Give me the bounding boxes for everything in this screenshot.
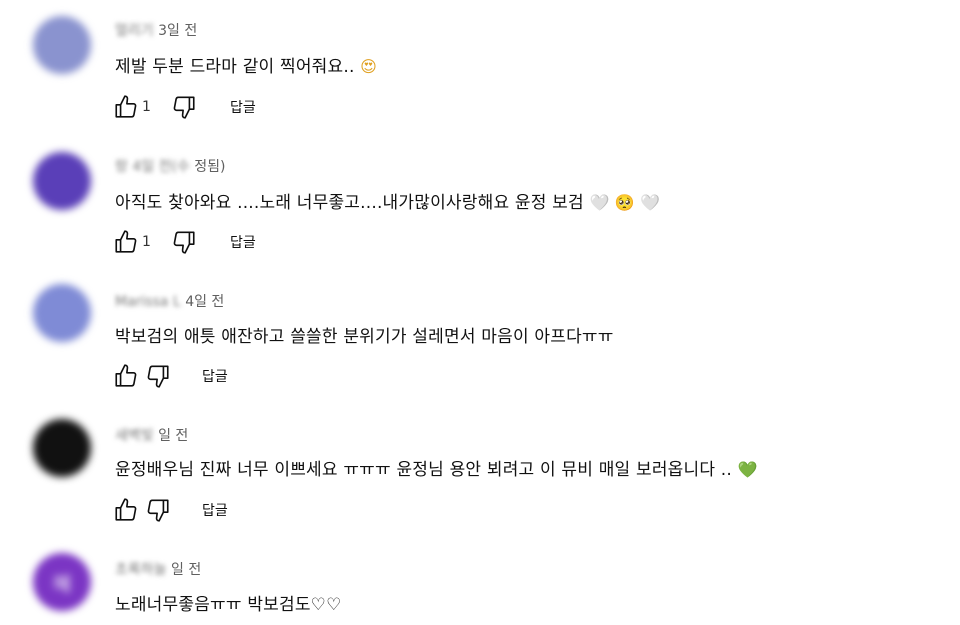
comment-text-body: 노래너무좋음ㅠㅠ 박보검도♡♡: [115, 595, 342, 615]
dislike-button[interactable]: [168, 227, 200, 257]
comment-text: 아직도 찾아와요 ....노래 너무좋고....내가많이사랑해요 윤정 보검 🤍…: [115, 188, 660, 213]
comment-author[interactable]: 멀리기: [115, 20, 154, 40]
thumbs-down-icon: [173, 231, 195, 254]
comment-time[interactable]: 4일 전: [185, 291, 224, 311]
comment-actions: 답글: [110, 495, 228, 525]
comment-text: 박보검의 애틋 애잔하고 쓸쓸한 분위기가 설레면서 마음이 아프다ㅠㅠ: [115, 322, 614, 347]
comment-text-body: 아직도 찾아와요 ....노래 너무좋고....내가많이사랑해요 윤정 보검: [115, 193, 584, 213]
comment-meta: 새벽빛 일 전: [115, 425, 188, 445]
comment-author[interactable]: 랑 4일 전(수: [115, 156, 190, 176]
reply-button[interactable]: 답글: [230, 232, 256, 252]
comment-meta: 랑 4일 전(수 정됨): [115, 156, 225, 176]
like-button[interactable]: [110, 361, 142, 391]
avatar[interactable]: 혜: [33, 553, 91, 611]
dislike-button[interactable]: [142, 361, 174, 391]
comment-text-body: 박보검의 애틋 애잔하고 쓸쓸한 분위기가 설레면서 마음이 아프다ㅠㅠ: [115, 327, 614, 347]
reply-button[interactable]: 답글: [202, 500, 228, 520]
comment-meta: 초록하늘 일 전: [115, 559, 201, 579]
thumbs-up-icon: [115, 498, 137, 521]
comment-meta: Marissa L 4일 전: [115, 291, 224, 311]
avatar[interactable]: [33, 152, 91, 210]
comment-meta: 멀리기 3일 전: [115, 20, 197, 40]
avatar[interactable]: [33, 419, 91, 477]
like-count: 1: [142, 234, 151, 250]
comment-author[interactable]: 초록하늘: [115, 559, 167, 579]
thumbs-down-icon: [173, 96, 195, 119]
comment-text-body: 제발 두분 드라마 같이 찍어줘요..: [115, 57, 355, 77]
thumbs-down-icon: [147, 499, 169, 522]
smiling-face-heart-eyes-icon: 😍: [360, 57, 378, 76]
avatar[interactable]: [33, 16, 91, 74]
heart-icon: 🤍 🥺 🤍: [589, 193, 661, 212]
dislike-button[interactable]: [142, 495, 174, 525]
like-count: 1: [142, 99, 151, 115]
green-heart-icon: 💚: [737, 460, 758, 479]
thumbs-up-icon: [115, 230, 137, 253]
thumbs-down-icon: [147, 365, 169, 388]
comment-text: 노래너무좋음ㅠㅠ 박보검도♡♡: [115, 590, 342, 615]
comment-list: 멀리기 3일 전 제발 두분 드라마 같이 찍어줘요.. 😍 1 답글 랑 4일…: [0, 0, 960, 625]
comment-time[interactable]: 정됨): [194, 156, 225, 176]
thumbs-up-icon: [115, 364, 137, 387]
reply-button[interactable]: 답글: [202, 366, 228, 386]
comment-author[interactable]: Marissa L: [115, 294, 181, 310]
comment-time[interactable]: 일 전: [171, 559, 201, 579]
like-button[interactable]: [110, 495, 142, 525]
thumbs-up-icon: [115, 95, 137, 118]
dislike-button[interactable]: [168, 92, 200, 122]
comment-text-body: 윤정배우님 진짜 너무 이쁘세요 ㅠㅠㅠ 윤정님 용안 뵈려고 이 뮤비 매일 …: [115, 460, 733, 480]
comment-time[interactable]: 일 전: [158, 425, 188, 445]
comment-time[interactable]: 3일 전: [158, 20, 197, 40]
comment-actions: 답글: [110, 361, 228, 391]
like-button[interactable]: [110, 92, 142, 122]
avatar[interactable]: [33, 284, 91, 342]
comment-text: 윤정배우님 진짜 너무 이쁘세요 ㅠㅠㅠ 윤정님 용안 뵈려고 이 뮤비 매일 …: [115, 455, 758, 480]
avatar-letter: 혜: [52, 571, 72, 596]
comment-actions: 1 답글: [110, 227, 256, 257]
comment-actions: 1 답글: [110, 92, 256, 122]
comment-text: 제발 두분 드라마 같이 찍어줘요.. 😍: [115, 52, 377, 77]
reply-button[interactable]: 답글: [230, 97, 256, 117]
comment-author[interactable]: 새벽빛: [115, 425, 154, 445]
like-button[interactable]: [110, 227, 142, 257]
